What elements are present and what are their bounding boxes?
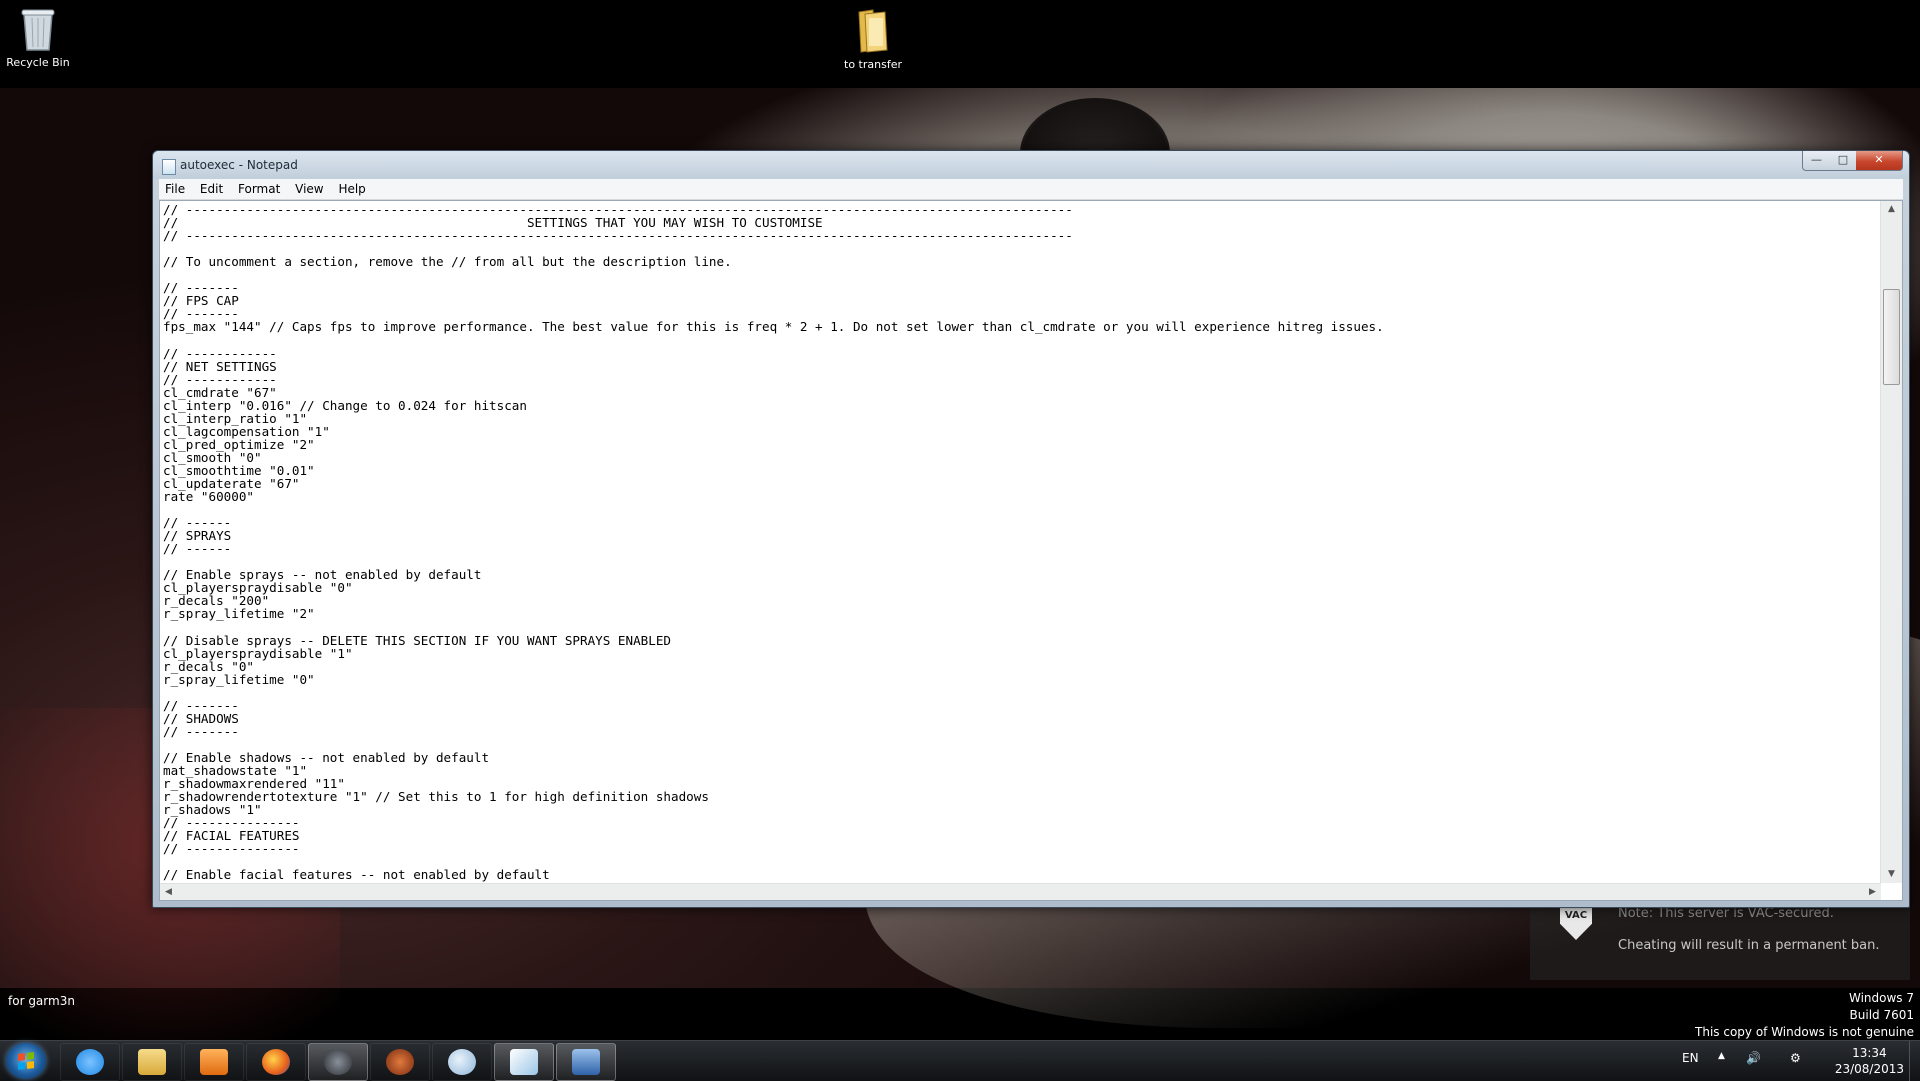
menu-format[interactable]: Format	[232, 179, 285, 196]
taskbar-windows-explorer[interactable]	[122, 1043, 182, 1081]
scroll-right-icon[interactable]: ▶	[1864, 884, 1881, 900]
clock[interactable]: 13:34 23/08/2013	[1835, 1045, 1904, 1077]
maximize-button[interactable]: □	[1830, 151, 1857, 171]
menu-bar: File Edit Format View Help	[159, 179, 1903, 200]
system-tray: EN ▲ 🔊 ⚙ 13:34 23/08/2013	[1680, 1041, 1920, 1081]
clock-date: 23/08/2013	[1834, 1062, 1904, 1076]
paint-icon	[448, 1049, 476, 1075]
title-bar[interactable]: autoexec - Notepad — □ ✕	[153, 151, 1909, 179]
remote-desktop-icon	[572, 1049, 600, 1075]
desktop-icon-recycle-bin[interactable]: Recycle Bin	[0, 6, 83, 69]
steam-tray-icon[interactable]: ⚙	[1790, 1051, 1801, 1065]
user-label: for garm3n	[8, 994, 75, 1008]
start-button[interactable]	[6, 1043, 46, 1079]
windows-logo-icon	[18, 1052, 34, 1070]
desktop: Recycle Bin to transfer VAC Note: This s…	[0, 0, 1920, 1040]
editor-content[interactable]: // -------------------------------------…	[163, 203, 1878, 883]
vac-warning: Cheating will result in a permanent ban.	[1618, 938, 1880, 953]
steam-icon	[324, 1049, 352, 1075]
folder-icon	[858, 9, 888, 53]
scroll-left-icon[interactable]: ◀	[160, 884, 177, 900]
menu-help[interactable]: Help	[332, 179, 370, 196]
taskbar: EN ▲ 🔊 ⚙ 13:34 23/08/2013	[0, 1040, 1920, 1081]
desktop-icon-to-transfer[interactable]: to transfer	[828, 6, 918, 71]
taskbar-steam[interactable]	[308, 1043, 368, 1081]
vac-notice: VAC Note: This server is VAC-secured. Ch…	[1530, 904, 1910, 980]
vac-shield-icon: VAC	[1560, 904, 1592, 940]
show-desktop-button[interactable]	[1909, 1041, 1920, 1081]
recycle-bin-icon	[21, 9, 55, 51]
taskbar-media-player[interactable]	[184, 1043, 244, 1081]
vertical-scrollbar[interactable]: ▲ ▼	[1880, 201, 1902, 883]
taskbar-notepad[interactable]	[494, 1043, 554, 1081]
taskbar-remote-desktop[interactable]	[556, 1043, 616, 1081]
watermark-os: Windows 7	[1848, 991, 1914, 1005]
language-indicator[interactable]: EN	[1682, 1051, 1699, 1065]
desktop-icon-label: Recycle Bin	[6, 56, 70, 69]
show-hidden-icons-icon[interactable]: ▲	[1718, 1051, 1725, 1061]
media-player-icon	[200, 1049, 228, 1075]
window-title: autoexec - Notepad	[180, 158, 298, 172]
tf2-icon	[386, 1049, 414, 1075]
windows-watermark: Windows 7 Build 7601 This copy of Window…	[1695, 990, 1914, 1040]
close-button[interactable]: ✕	[1856, 151, 1903, 171]
taskbar-paint[interactable]	[432, 1043, 492, 1081]
scroll-thumb[interactable]	[1883, 289, 1900, 385]
notepad-icon	[510, 1049, 538, 1075]
notepad-window[interactable]: autoexec - Notepad — □ ✕ File Edit Forma…	[152, 150, 1910, 908]
taskbar-internet-explorer[interactable]	[60, 1043, 120, 1081]
internet-explorer-icon	[76, 1049, 104, 1075]
desktop-icon-label: to transfer	[844, 58, 902, 71]
vac-note: Note: This server is VAC-secured.	[1618, 906, 1834, 921]
watermark-build: Build 7601	[1849, 1008, 1914, 1022]
notepad-icon	[162, 159, 176, 175]
text-editor[interactable]: // -------------------------------------…	[159, 200, 1903, 901]
horizontal-scrollbar[interactable]: ◀ ▶	[160, 883, 1881, 900]
menu-edit[interactable]: Edit	[194, 179, 228, 196]
taskbar-firefox[interactable]	[246, 1043, 306, 1081]
watermark-genuine: This copy of Windows is not genuine	[1695, 1025, 1914, 1039]
taskbar-team-fortress-2[interactable]	[370, 1043, 430, 1081]
firefox-icon	[262, 1049, 290, 1075]
volume-icon[interactable]: 🔊	[1746, 1051, 1761, 1065]
menu-file[interactable]: File	[159, 179, 190, 196]
scroll-down-icon[interactable]: ▼	[1881, 866, 1902, 883]
folder-icon	[138, 1049, 166, 1075]
minimize-button[interactable]: —	[1802, 151, 1831, 171]
menu-view[interactable]: View	[289, 179, 328, 196]
clock-time: 13:34	[1852, 1046, 1887, 1060]
scroll-up-icon[interactable]: ▲	[1881, 201, 1902, 218]
